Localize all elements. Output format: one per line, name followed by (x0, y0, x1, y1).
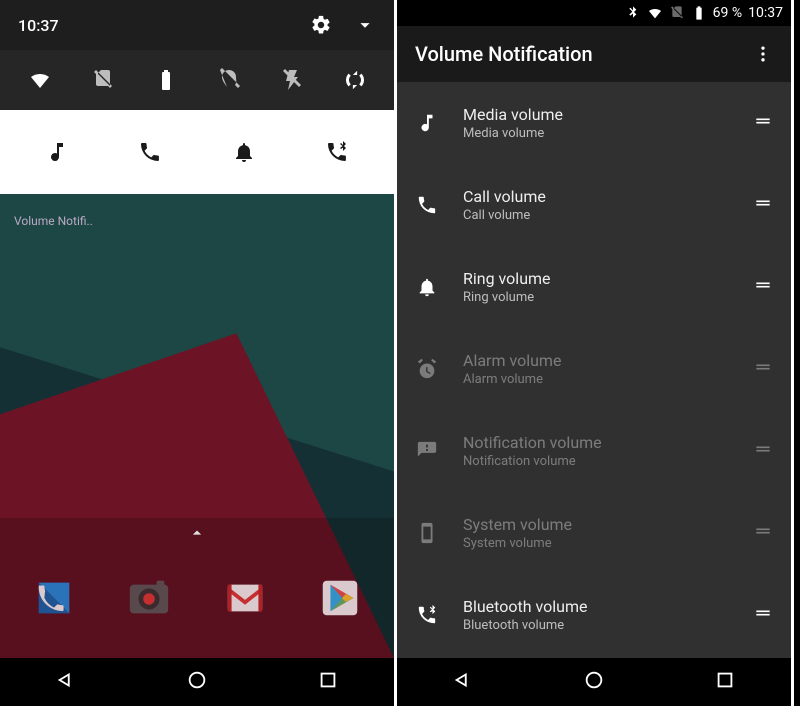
bluetooth-call-icon[interactable] (325, 140, 349, 164)
announcement-icon (415, 440, 439, 462)
item-title: Alarm volume (463, 351, 729, 370)
quicksettings-row (0, 50, 394, 110)
location-off-icon[interactable] (217, 68, 241, 92)
appbar-title: Volume Notification (415, 42, 593, 66)
wifi-icon (647, 5, 663, 21)
phone-icon (415, 194, 439, 216)
sim-off-icon (669, 5, 685, 21)
overflow-menu-icon[interactable] (753, 44, 773, 64)
navbar (397, 658, 791, 706)
wifi-icon[interactable] (28, 68, 52, 92)
quicksettings-header: 10:37 (0, 0, 394, 50)
item-subtitle: Notification volume (463, 454, 729, 469)
item-title: Bluetooth volume (463, 597, 729, 616)
nav-recent-icon[interactable] (714, 669, 736, 695)
drag-handle-icon[interactable] (753, 193, 773, 217)
statusbar: 69 % 10:37 (397, 0, 791, 26)
drag-handle-icon[interactable] (753, 111, 773, 135)
item-title: Call volume (463, 187, 729, 206)
alarm-icon (415, 358, 439, 380)
item-title: Notification volume (463, 433, 729, 452)
sim-off-icon[interactable] (91, 68, 115, 92)
gear-icon[interactable] (310, 14, 332, 36)
camera-app-icon[interactable] (120, 569, 178, 627)
chevron-down-icon[interactable] (354, 14, 376, 36)
item-title: System volume (463, 515, 729, 534)
homescreen: Volume Notifi.. (0, 194, 394, 658)
drag-handle-icon[interactable] (753, 357, 773, 381)
list-item[interactable]: Alarm volume Alarm volume (397, 328, 791, 410)
flashlight-off-icon[interactable] (280, 68, 304, 92)
nav-home-icon[interactable] (583, 669, 605, 695)
music-icon[interactable] (45, 140, 69, 164)
gmail-app-icon[interactable] (216, 569, 274, 627)
item-subtitle: Bluetooth volume (463, 618, 729, 633)
list-item[interactable]: Media volume Media volume (397, 82, 791, 164)
list-item[interactable]: Ring volume Ring volume (397, 246, 791, 328)
dock (0, 518, 394, 658)
music-icon (415, 112, 439, 134)
play-store-app-icon[interactable] (311, 569, 369, 627)
app-shortcut-label[interactable]: Volume Notifi.. (14, 214, 93, 228)
status-time: 10:37 (18, 16, 59, 35)
navbar (0, 658, 394, 706)
left-phone: 10:37 Volume Notifi.. (0, 0, 397, 706)
nav-back-icon[interactable] (55, 669, 77, 695)
bluetooth-icon (625, 5, 641, 21)
battery-icon[interactable] (154, 68, 178, 92)
item-subtitle: Alarm volume (463, 372, 729, 387)
right-phone: 69 % 10:37 Volume Notification Media vol… (397, 0, 794, 706)
item-title: Media volume (463, 105, 729, 124)
bell-icon (415, 276, 439, 298)
nav-home-icon[interactable] (186, 669, 208, 695)
item-subtitle: Call volume (463, 208, 729, 223)
list-item[interactable]: System volume System volume (397, 492, 791, 574)
status-time: 10:37 (748, 5, 783, 21)
bell-icon[interactable] (232, 140, 256, 164)
phone-icon[interactable] (138, 140, 162, 164)
nav-recent-icon[interactable] (317, 669, 339, 695)
item-title: Ring volume (463, 269, 729, 288)
drag-handle-icon[interactable] (753, 275, 773, 299)
drag-handle-icon[interactable] (753, 521, 773, 545)
appbar: Volume Notification (397, 26, 791, 82)
smartphone-icon (415, 522, 439, 544)
list-item[interactable]: Notification volume Notification volume (397, 410, 791, 492)
auto-rotate-icon[interactable] (343, 68, 367, 92)
battery-icon (691, 5, 707, 21)
item-subtitle: Ring volume (463, 290, 729, 305)
battery-percent: 69 % (713, 5, 742, 21)
volume-notification-panel[interactable] (0, 110, 394, 194)
list-item[interactable]: Bluetooth volume Bluetooth volume (397, 574, 791, 656)
drag-handle-icon[interactable] (753, 603, 773, 627)
volume-list: Media volumeMedia volumeCall volumeCall … (397, 82, 791, 658)
item-subtitle: Media volume (463, 126, 729, 141)
drag-handle-icon[interactable] (753, 439, 773, 463)
item-subtitle: System volume (463, 536, 729, 551)
app-drawer-icon[interactable] (0, 518, 394, 548)
list-item[interactable]: Call volume Call volume (397, 164, 791, 246)
bluetooth-call-icon (415, 604, 439, 626)
nav-back-icon[interactable] (452, 669, 474, 695)
dialer-app-icon[interactable] (25, 569, 83, 627)
